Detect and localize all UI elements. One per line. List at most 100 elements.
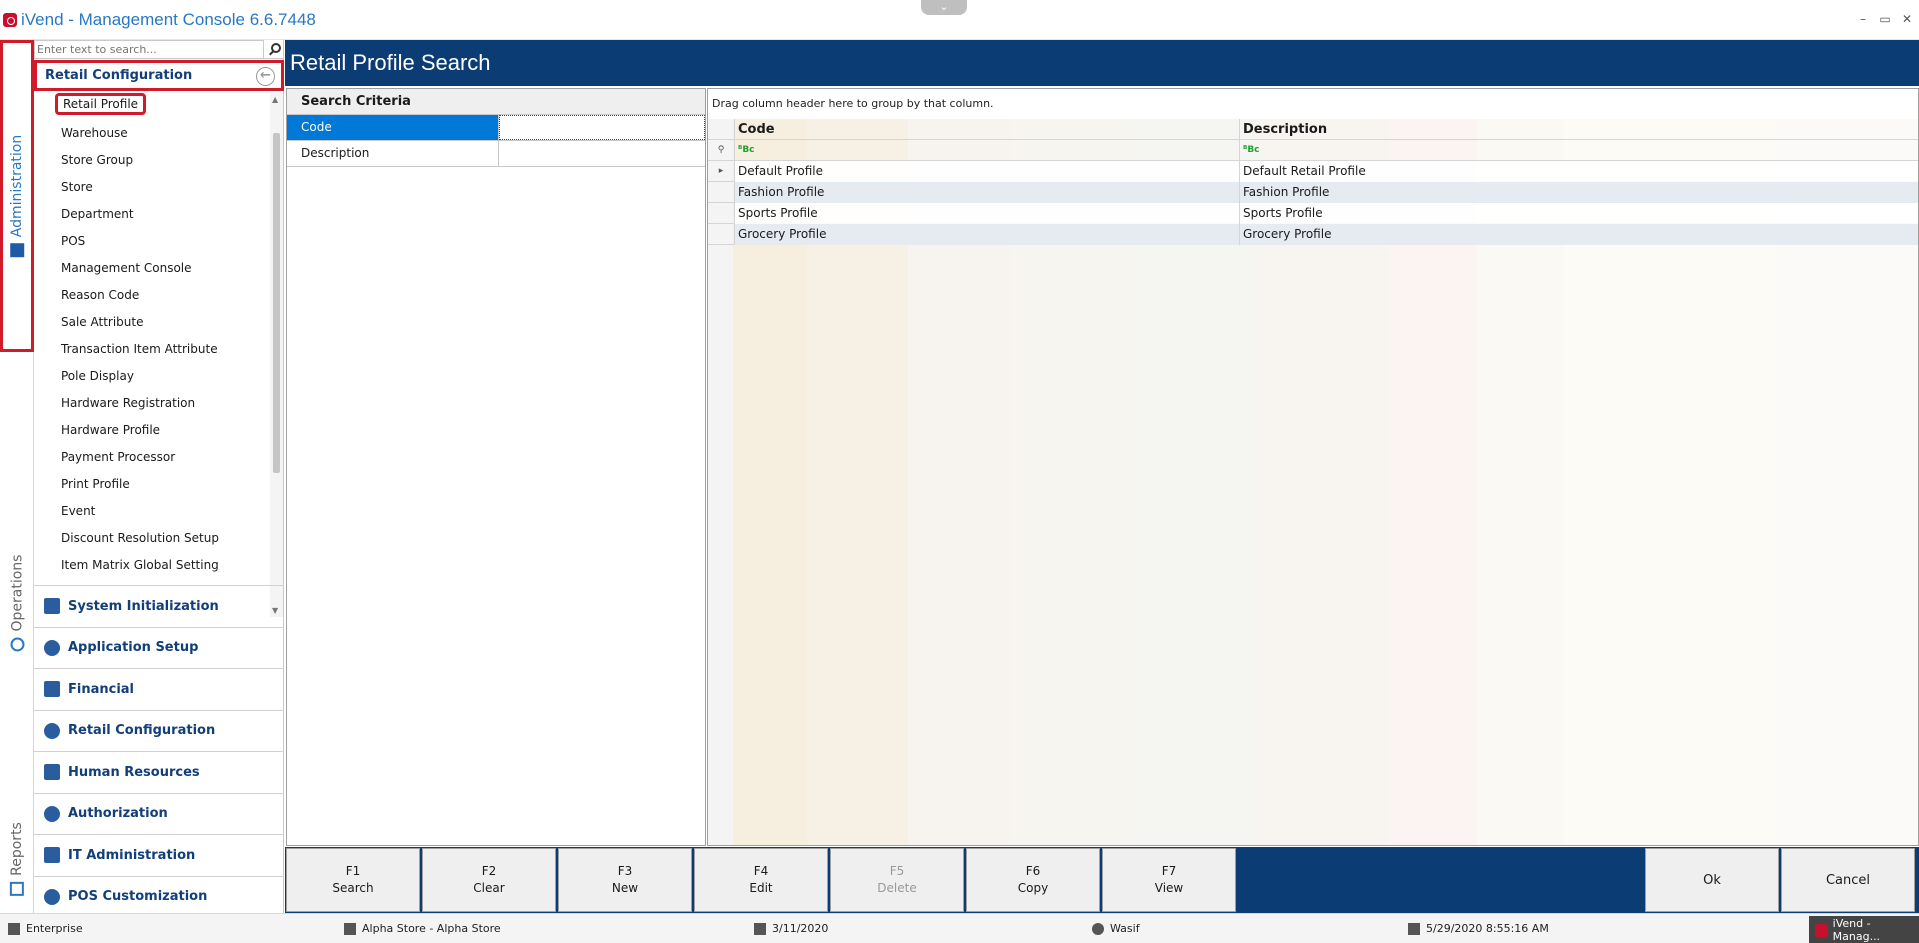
tab-operations[interactable]: Operations [0, 523, 34, 683]
cell-description[interactable]: Sports Profile [1240, 203, 1918, 224]
function-key-code: F7 [1161, 864, 1177, 878]
tab-reports[interactable]: Reports [0, 805, 34, 913]
description-input[interactable] [499, 141, 705, 166]
search-icon[interactable] [271, 43, 281, 53]
chevron-down-icon: ⌄ [939, 0, 949, 13]
function-key-label: New [611, 881, 639, 895]
calendar-icon [754, 923, 766, 935]
restore-button[interactable]: ▭ [1879, 12, 1891, 26]
function-key-f2[interactable]: F2 Clear [422, 848, 556, 912]
function-key-label: Search [332, 881, 374, 895]
filter-pin-icon: ⚲ [708, 140, 735, 161]
function-key-code: F6 [1025, 864, 1041, 878]
nav-item[interactable]: Reason Code [55, 284, 145, 306]
function-key-f1[interactable]: F1 Search [286, 848, 420, 912]
nav-search-input[interactable] [34, 40, 264, 59]
criteria-row-code[interactable]: Code [287, 115, 705, 141]
nav-item[interactable]: Payment Processor [55, 446, 181, 468]
nav-group[interactable]: IT Administration [34, 834, 284, 876]
nav-item[interactable]: Department [55, 203, 140, 225]
nav-item[interactable]: Warehouse [55, 122, 134, 144]
nav-group[interactable]: POS Customization [34, 875, 284, 918]
function-key-code: F3 [617, 864, 633, 878]
grid-header-row: Code Description [708, 119, 1918, 140]
cell-code[interactable]: Grocery Profile [735, 224, 1240, 245]
status-edition: Enterprise [8, 914, 83, 943]
nav-group-label: Authorization [68, 806, 168, 822]
nav-group[interactable]: Retail Configuration [34, 709, 284, 752]
cell-description[interactable]: Default Retail Profile [1240, 161, 1918, 182]
status-edition-text: Enterprise [26, 922, 83, 935]
function-key-label: Clear [473, 881, 505, 895]
nav-group-label: Retail Configuration [68, 723, 216, 739]
nav-section-header[interactable]: Retail Configuration ← [34, 60, 284, 91]
gear-icon [10, 637, 24, 652]
function-key-f6[interactable]: F6 Copy [966, 848, 1100, 912]
function-key-f5[interactable]: F5 Delete [830, 848, 964, 912]
cell-code[interactable]: Default Profile [735, 161, 1240, 182]
grid-filter-row: ⚲ ᴮBc ᴮBc [708, 140, 1918, 161]
building-icon [10, 243, 25, 258]
taskbar-app-button[interactable]: iVend - Manag... [1809, 916, 1919, 943]
nav-group[interactable]: System Initialization [34, 585, 284, 627]
nav-item[interactable]: Discount Resolution Setup [55, 527, 225, 549]
filter-code[interactable]: ᴮBc [735, 140, 1240, 161]
hourglass-icon [44, 598, 60, 615]
function-key-f7[interactable]: F7 View [1102, 848, 1236, 912]
function-key-label: View [1154, 881, 1184, 895]
ok-button[interactable]: Ok [1645, 848, 1779, 912]
table-row[interactable]: ▸ Default Profile Default Retail Profile [708, 161, 1918, 182]
nav-group[interactable]: Human Resources [34, 751, 284, 793]
nav-item[interactable]: Hardware Registration [55, 392, 201, 414]
minimize-button[interactable]: – [1857, 12, 1869, 26]
nav-item[interactable]: Event [55, 500, 101, 522]
key-icon [1408, 923, 1420, 935]
table-row[interactable]: Grocery Profile Grocery Profile [708, 224, 1918, 245]
nav-item[interactable]: POS [55, 230, 91, 252]
tab-administration[interactable]: Administration [0, 40, 34, 352]
nav-item[interactable]: Retail Profile [55, 93, 147, 115]
cancel-button[interactable]: Cancel [1781, 848, 1915, 912]
cell-description[interactable]: Fashion Profile [1240, 182, 1918, 203]
status-user: Wasif [1092, 914, 1140, 943]
nav-item[interactable]: Pole Display [55, 365, 140, 387]
cell-code[interactable]: Sports Profile [735, 203, 1240, 224]
cell-code[interactable]: Fashion Profile [735, 182, 1240, 203]
function-key-label: Copy [1017, 881, 1049, 895]
nav-item[interactable]: Hardware Profile [55, 419, 166, 441]
table-row[interactable]: Sports Profile Sports Profile [708, 203, 1918, 224]
column-header-code[interactable]: Code [735, 119, 1240, 140]
results-grid: Drag column header here to group by that… [707, 88, 1919, 846]
group-by-panel[interactable]: Drag column header here to group by that… [708, 89, 1918, 119]
ribbon-collapse-button[interactable]: ⌄ [921, 0, 967, 15]
row-indicator [708, 203, 735, 224]
table-row[interactable]: Fashion Profile Fashion Profile [708, 182, 1918, 203]
code-input[interactable] [499, 115, 705, 140]
nav-tree-scrollbar[interactable]: ▲ ▼ [270, 93, 283, 617]
status-store: Alpha Store - Alpha Store [344, 914, 501, 943]
back-arrow-icon[interactable]: ← [256, 67, 275, 86]
pos-gear-icon [44, 888, 60, 905]
nav-item[interactable]: Management Console [55, 257, 198, 279]
nav-group[interactable]: Application Setup [34, 626, 284, 669]
criteria-row-description[interactable]: Description [287, 141, 705, 167]
report-icon [10, 881, 25, 896]
nav-item[interactable]: Item Matrix Global Setting [55, 554, 225, 576]
nav-group[interactable]: Financial [34, 668, 284, 710]
scrollbar-thumb[interactable] [273, 133, 280, 473]
nav-item[interactable]: Store Group [55, 149, 139, 171]
cell-description[interactable]: Grocery Profile [1240, 224, 1918, 245]
nav-item[interactable]: Print Profile [55, 473, 136, 495]
scroll-up-icon[interactable]: ▲ [272, 95, 278, 104]
nav-group[interactable]: Authorization [34, 792, 284, 835]
close-button[interactable]: ✕ [1901, 12, 1913, 26]
function-key-f4[interactable]: F4 Edit [694, 848, 828, 912]
function-key-code: F1 [345, 864, 361, 878]
nav-item[interactable]: Store [55, 176, 99, 198]
nav-item[interactable]: Transaction Item Attribute [55, 338, 224, 360]
nav-item[interactable]: Sale Attribute [55, 311, 150, 333]
column-header-description[interactable]: Description [1240, 119, 1918, 140]
filter-description[interactable]: ᴮBc [1240, 140, 1918, 161]
function-key-f3[interactable]: F3 New [558, 848, 692, 912]
criteria-label: Description [287, 141, 499, 166]
